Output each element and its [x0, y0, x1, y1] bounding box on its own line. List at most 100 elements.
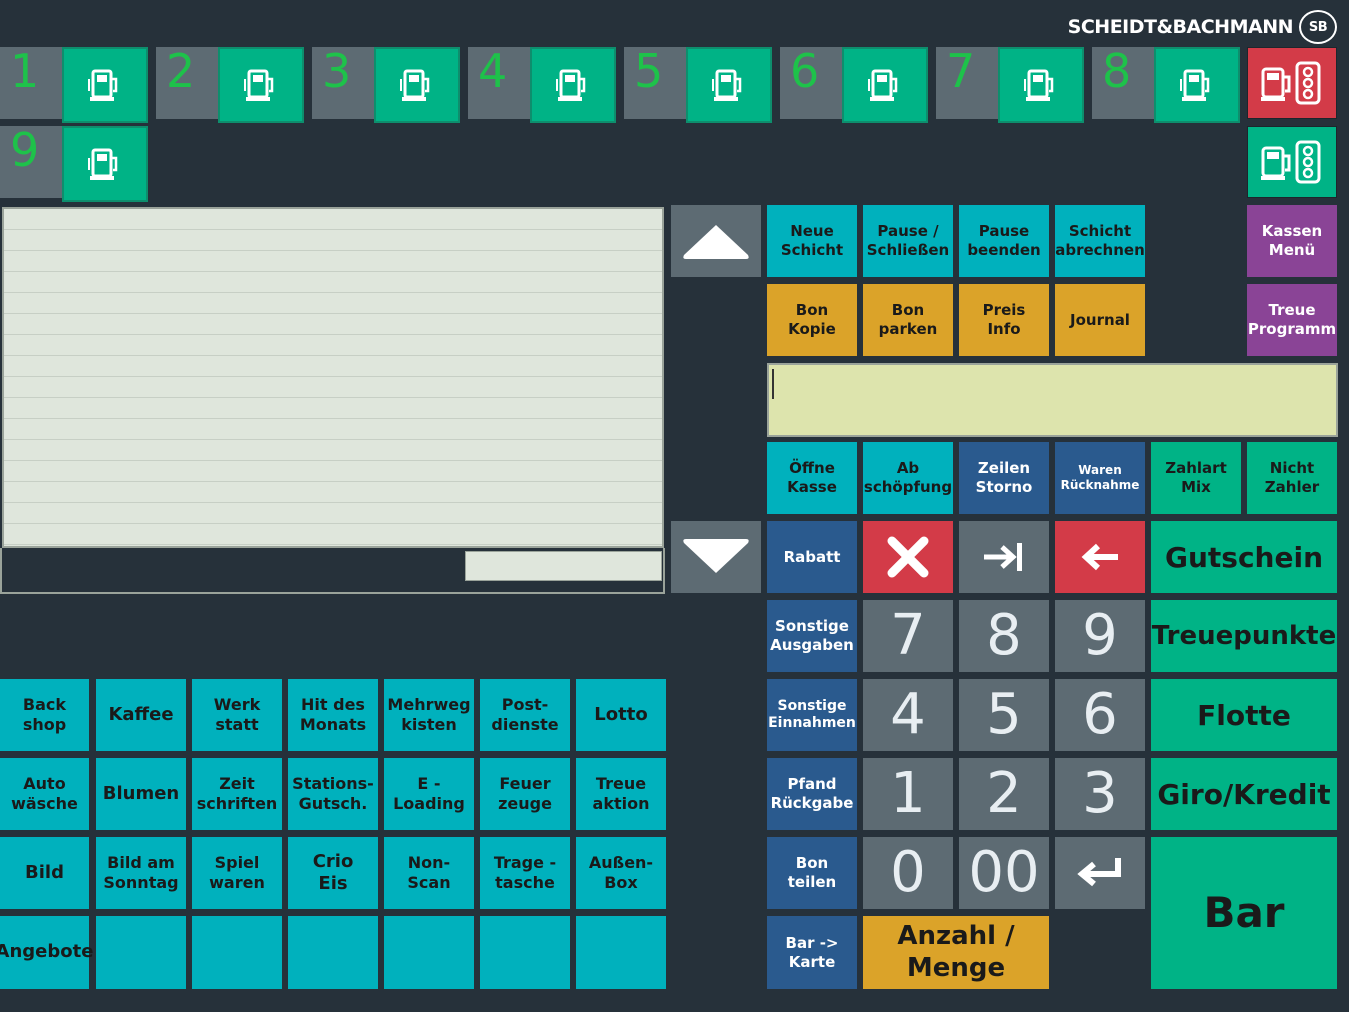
anzahl-menge-button[interactable]: Anzahl / Menge [863, 916, 1049, 989]
key-8[interactable]: 8 [959, 600, 1049, 672]
arrow-left-icon [1081, 543, 1118, 571]
neue-schicht-button[interactable]: Neue Schicht [767, 205, 857, 277]
pump-7-button[interactable] [998, 47, 1084, 123]
bar-karte-button[interactable]: Bar -> Karte [767, 916, 857, 989]
schicht-abrechnen-button[interactable]: Schicht abrechnen [1055, 205, 1145, 277]
sonstige-ausgaben-button[interactable]: Sonstige Ausgaben [767, 600, 857, 672]
key-5[interactable]: 5 [959, 679, 1049, 751]
key-0[interactable]: 0 [863, 837, 953, 909]
pump-3[interactable]: 3 [312, 44, 460, 123]
key-2[interactable]: 2 [959, 758, 1049, 830]
rabatt-button[interactable]: Rabatt [767, 521, 857, 593]
pump-6[interactable]: 6 [780, 44, 928, 123]
zahlart-mix-button[interactable]: Zahlart Mix [1151, 442, 1241, 514]
pump-5-button[interactable] [686, 47, 772, 123]
backspace-button[interactable] [1055, 521, 1145, 593]
article-button[interactable]: Crio Eis [288, 837, 378, 909]
pump-8-button[interactable] [1154, 47, 1240, 123]
article-button[interactable]: Lotto [576, 679, 666, 751]
pump-number: 6 [790, 44, 820, 98]
fuel-pump-icon [1024, 69, 1054, 101]
article-button[interactable]: Stations- Gutsch. [288, 758, 378, 830]
preis-info-button[interactable]: Preis Info [959, 284, 1049, 356]
article-button[interactable]: Blumen [96, 758, 186, 830]
bon-teilen-button[interactable]: Bon teilen [767, 837, 857, 909]
article-button[interactable]: Bild am Sonntag [96, 837, 186, 909]
pump-6-button[interactable] [842, 47, 928, 123]
pump-4[interactable]: 4 [468, 44, 616, 123]
clear-button[interactable] [863, 521, 953, 593]
pump-2-button[interactable] [218, 47, 304, 123]
pump-7[interactable]: 7 [936, 44, 1084, 123]
pump-1-button[interactable] [62, 47, 148, 123]
all-pumps-stop-button[interactable] [1247, 47, 1337, 119]
treuepunkte-button[interactable]: Treuepunkte [1151, 600, 1337, 672]
pump-5[interactable]: 5 [624, 44, 772, 123]
article-button-empty[interactable] [192, 916, 282, 989]
article-button[interactable]: E - Loading [384, 758, 474, 830]
article-button-empty[interactable] [96, 916, 186, 989]
pfand-rueckgabe-button[interactable]: Pfand Rückgabe [767, 758, 857, 830]
article-button[interactable]: Bild [0, 837, 89, 909]
receipt-list[interactable] [2, 207, 664, 548]
gutschein-button[interactable]: Gutschein [1151, 521, 1337, 593]
key-9[interactable]: 9 [1055, 600, 1145, 672]
key-00[interactable]: 00 [959, 837, 1049, 909]
article-button[interactable]: Auto wäsche [0, 758, 89, 830]
article-button-empty[interactable] [288, 916, 378, 989]
pump-9-button[interactable] [62, 126, 148, 202]
scroll-up-button[interactable] [671, 205, 761, 277]
all-pumps-release-button[interactable] [1247, 126, 1337, 198]
key-7[interactable]: 7 [863, 600, 953, 672]
article-button[interactable]: Außen- Box [576, 837, 666, 909]
pump-9[interactable]: 9 [0, 123, 148, 202]
tab-forward-button[interactable] [959, 521, 1049, 593]
article-button-empty[interactable] [384, 916, 474, 989]
sonstige-einnahmen-button[interactable]: Sonstige Einnahmen [767, 679, 857, 751]
pause-schliessen-button[interactable]: Pause / Schließen [863, 205, 953, 277]
abschoepfung-button[interactable]: Ab schöpfung [863, 442, 953, 514]
pause-beenden-button[interactable]: Pause beenden [959, 205, 1049, 277]
article-button-empty[interactable] [480, 916, 570, 989]
pump-3-button[interactable] [374, 47, 460, 123]
bar-button[interactable]: Bar [1151, 837, 1337, 989]
article-button[interactable]: Feuer zeuge [480, 758, 570, 830]
key-1[interactable]: 1 [863, 758, 953, 830]
fuel-pump-icon [712, 69, 742, 101]
key-3[interactable]: 3 [1055, 758, 1145, 830]
article-button[interactable]: Angebote [0, 916, 93, 989]
pump-4-button[interactable] [530, 47, 616, 123]
scroll-down-button[interactable] [671, 521, 761, 593]
enter-button[interactable] [1055, 837, 1145, 909]
article-button[interactable]: Werk statt [192, 679, 282, 751]
fuel-pump-icon [400, 69, 430, 101]
article-button[interactable]: Treue aktion [576, 758, 666, 830]
journal-button[interactable]: Journal [1055, 284, 1145, 356]
article-button[interactable]: Non- Scan [384, 837, 474, 909]
article-button[interactable]: Mehrweg kisten [384, 679, 474, 751]
article-button[interactable]: Trage - tasche [480, 837, 570, 909]
bon-parken-button[interactable]: Bon parken [863, 284, 953, 356]
article-button[interactable]: Hit des Monats [288, 679, 378, 751]
article-button[interactable]: Back shop [0, 679, 89, 751]
oeffne-kasse-button[interactable]: Öffne Kasse [767, 442, 857, 514]
zeilen-storno-button[interactable]: Zeilen Storno [959, 442, 1049, 514]
pump-8[interactable]: 8 [1092, 44, 1240, 123]
treue-programm-button[interactable]: Treue Programm [1247, 284, 1337, 356]
article-button[interactable]: Kaffee [96, 679, 186, 751]
waren-ruecknahme-button[interactable]: Waren Rücknahme [1055, 442, 1145, 514]
article-button-empty[interactable] [576, 916, 666, 989]
flotte-button[interactable]: Flotte [1151, 679, 1337, 751]
bon-kopie-button[interactable]: Bon Kopie [767, 284, 857, 356]
article-button[interactable]: Zeit schriften [192, 758, 282, 830]
nicht-zahler-button[interactable]: Nicht Zahler [1247, 442, 1337, 514]
key-4[interactable]: 4 [863, 679, 953, 751]
kassen-menu-button[interactable]: Kassen Menü [1247, 205, 1337, 277]
giro-kredit-button[interactable]: Giro/Kredit [1151, 758, 1337, 830]
article-button[interactable]: Spiel waren [192, 837, 282, 909]
key-6[interactable]: 6 [1055, 679, 1145, 751]
pump-1[interactable]: 1 [0, 44, 148, 123]
pump-2[interactable]: 2 [156, 44, 304, 123]
entry-input[interactable] [767, 363, 1338, 437]
article-button[interactable]: Post- dienste [480, 679, 570, 751]
